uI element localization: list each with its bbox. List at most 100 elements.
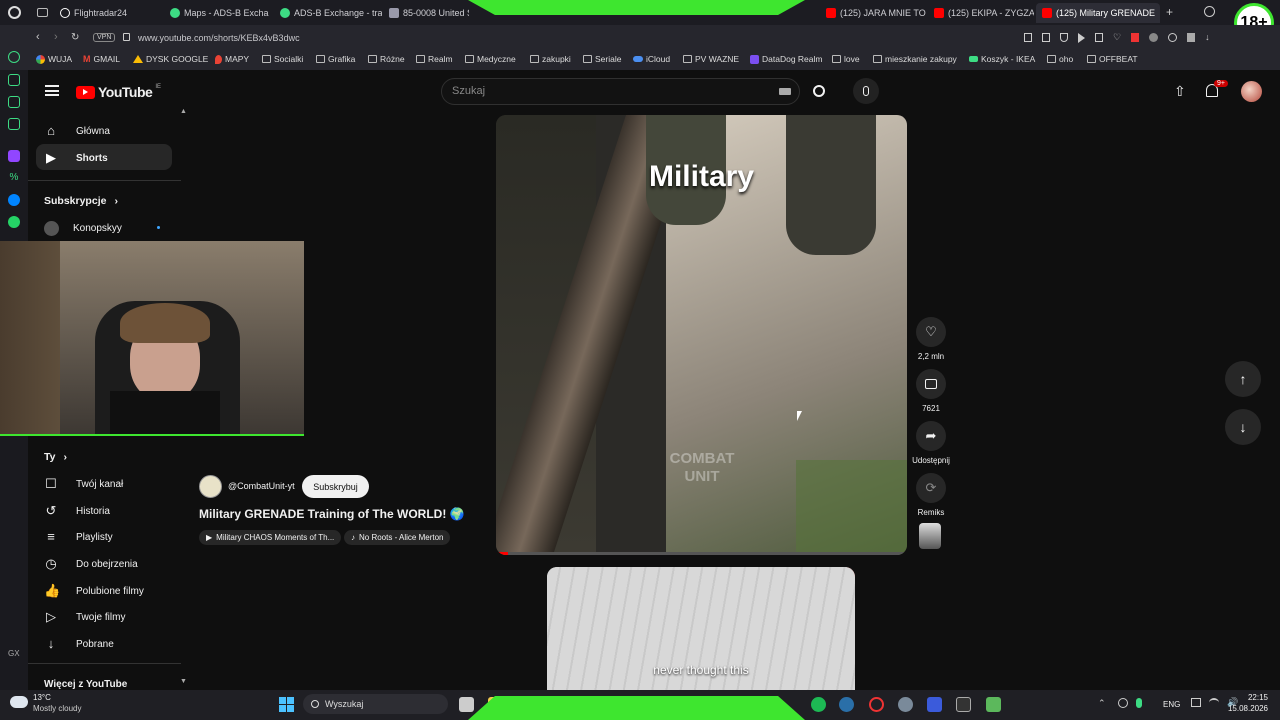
- sidebar-item-playlists[interactable]: ≡ Playlisty: [44, 530, 112, 544]
- bookmark-folder[interactable]: Różne: [368, 54, 405, 64]
- shield-icon[interactable]: [1060, 33, 1068, 42]
- maps-sidebar-icon[interactable]: [8, 118, 20, 130]
- tab-adsb-exchange[interactable]: ADS-B Exchange - tra: [274, 3, 382, 23]
- workspace-icon[interactable]: [37, 8, 48, 17]
- wifi-icon[interactable]: [1209, 698, 1219, 707]
- sidebar-scroll-up-icon[interactable]: ▲: [180, 108, 187, 115]
- tab-flightradar[interactable]: Flightradar24: [54, 3, 164, 23]
- github-icon[interactable]: [1149, 33, 1159, 42]
- like-button[interactable]: ♡: [916, 317, 946, 347]
- sidebar-item-your-videos[interactable]: ▷ Twoje filmy: [44, 610, 125, 624]
- previous-short-button[interactable]: ↑: [1225, 361, 1261, 397]
- forward-icon[interactable]: ›: [54, 31, 58, 43]
- vpn-badge[interactable]: VPN: [93, 33, 116, 42]
- clock-time[interactable]: 22:15: [1222, 693, 1268, 702]
- bookmark-folder[interactable]: Seriale: [583, 54, 621, 64]
- remix-button[interactable]: ⟳: [916, 473, 946, 503]
- tab-aircraft[interactable]: 85-0008 United St: [383, 3, 469, 23]
- bookmark-item[interactable]: M GMAIL: [83, 54, 120, 64]
- tab-yt-military[interactable]: (125) Military GRENADE: [1036, 3, 1160, 23]
- weather-temp[interactable]: 13°C: [33, 693, 51, 702]
- bookmark-folder[interactable]: mieszkanie zakupy: [873, 54, 957, 64]
- cube-icon[interactable]: [1095, 33, 1103, 42]
- tray-chevron-icon[interactable]: ⌃: [1098, 698, 1106, 709]
- youtube-logo[interactable]: YouTube IE: [76, 84, 161, 100]
- opera-logo-icon[interactable]: [8, 6, 21, 19]
- bookmark-item[interactable]: MAPY: [215, 54, 249, 64]
- search-input[interactable]: Szukaj: [452, 85, 485, 97]
- upload-icon[interactable]: ⇧: [1174, 83, 1186, 100]
- wallet-sidebar-icon[interactable]: [8, 96, 20, 108]
- mic-icon[interactable]: [853, 78, 879, 104]
- bookmark-folder[interactable]: Grafika: [316, 54, 355, 64]
- bookmark-folder[interactable]: PV WAZNE: [683, 54, 739, 64]
- new-tab-button[interactable]: +: [1166, 5, 1173, 19]
- heart-icon[interactable]: ♡: [1113, 33, 1121, 43]
- messenger-sidebar-icon[interactable]: [8, 194, 20, 206]
- weather-icon[interactable]: [10, 696, 28, 708]
- sidebar-sub-konopskyy[interactable]: Konopskyy: [44, 221, 122, 236]
- url-field[interactable]: www.youtube.com/shorts/KEBx4vB3dwc: [138, 33, 300, 43]
- tab-yt-jara[interactable]: (125) JARA MNIE TO I: [820, 3, 926, 23]
- search-tabs-icon[interactable]: [1204, 6, 1215, 17]
- bookmark-folder[interactable]: Socialki: [262, 54, 303, 64]
- reload-icon[interactable]: ↻: [71, 32, 79, 43]
- search-box[interactable]: [441, 78, 800, 105]
- bookmark-folder[interactable]: love: [832, 54, 860, 64]
- aria-sidebar-icon[interactable]: [8, 74, 20, 86]
- music-chip[interactable]: ♪ No Roots - Alice Merton: [344, 530, 451, 545]
- video-progress-bar[interactable]: [496, 552, 509, 555]
- settings-gear-icon[interactable]: [898, 697, 913, 712]
- percent-sidebar-icon[interactable]: %: [8, 172, 20, 184]
- you-heading[interactable]: Ty ›: [44, 451, 67, 463]
- spotify-icon[interactable]: [811, 697, 826, 712]
- back-icon[interactable]: ‹: [36, 31, 40, 43]
- mic-icon[interactable]: [1136, 698, 1142, 708]
- pin-icon[interactable]: [1024, 33, 1032, 42]
- display-icon[interactable]: [1191, 698, 1201, 707]
- next-short-button[interactable]: ↓: [1225, 409, 1261, 445]
- channel-avatar[interactable]: [199, 475, 222, 498]
- weather-desc[interactable]: Mostly cloudy: [33, 704, 81, 713]
- bookmark-folder[interactable]: oho: [1047, 54, 1073, 64]
- menu-icon[interactable]: [45, 85, 59, 96]
- subscriptions-heading[interactable]: Subskrypcje ›: [44, 195, 118, 207]
- language-indicator[interactable]: ENG: [1163, 700, 1180, 709]
- extension-icons[interactable]: ♡ ↓: [1024, 33, 1224, 43]
- bookmark-item[interactable]: DYSK GOOGLE: [133, 54, 208, 64]
- bookmark-folder[interactable]: OFFBEAT: [1087, 54, 1138, 64]
- windows-start-icon[interactable]: [279, 697, 294, 712]
- green-app-icon[interactable]: [986, 697, 1001, 712]
- history-sidebar-icon[interactable]: [8, 51, 20, 63]
- ghost-icon[interactable]: [1168, 33, 1178, 42]
- taskbar-search[interactable]: Wyszukaj: [303, 694, 448, 714]
- bookmark-item[interactable]: iCloud: [633, 54, 670, 64]
- sidebar-item-home[interactable]: ⌂ Główna: [44, 124, 110, 138]
- keyboard-icon[interactable]: [779, 88, 791, 95]
- sidebar-scroll-down-icon[interactable]: ▼: [180, 678, 187, 685]
- play-icon[interactable]: [1078, 33, 1085, 43]
- download-icon[interactable]: ↓: [1205, 33, 1210, 43]
- sidebar-item-downloads[interactable]: ↓ Pobrane: [44, 637, 114, 651]
- sidebar-item-history[interactable]: ↺ Historia: [44, 504, 110, 518]
- epic-games-icon[interactable]: [956, 697, 971, 712]
- tab-yt-ekipa[interactable]: (125) EKIPA - ZYGZAK: [928, 3, 1034, 23]
- sidebar-item-liked[interactable]: 👍 Polubione filmy: [44, 584, 144, 598]
- twitch-sidebar-icon[interactable]: [8, 150, 20, 162]
- sidebar-item-shorts[interactable]: ▶ Shorts: [44, 151, 108, 165]
- whatsapp-sidebar-icon[interactable]: [8, 216, 20, 228]
- blue-app-icon[interactable]: [927, 697, 942, 712]
- avatar[interactable]: [1241, 81, 1262, 102]
- channel-handle[interactable]: @CombatUnit-yt: [228, 481, 295, 491]
- puzzle-icon[interactable]: [1187, 33, 1196, 42]
- gx-icon[interactable]: GX: [8, 648, 20, 660]
- tray-icons[interactable]: [1118, 698, 1142, 708]
- bookmark-folder[interactable]: Medyczne: [465, 54, 516, 64]
- bookmark-item[interactable]: Koszyk - IKEA: [969, 54, 1035, 64]
- share-button[interactable]: ➦: [916, 421, 946, 451]
- comments-button[interactable]: [916, 369, 946, 399]
- bookmark-item[interactable]: WUJA: [36, 54, 72, 64]
- network-icon[interactable]: [1118, 698, 1128, 708]
- opera-gx-icon[interactable]: [869, 697, 884, 712]
- task-view-icon[interactable]: [459, 697, 474, 712]
